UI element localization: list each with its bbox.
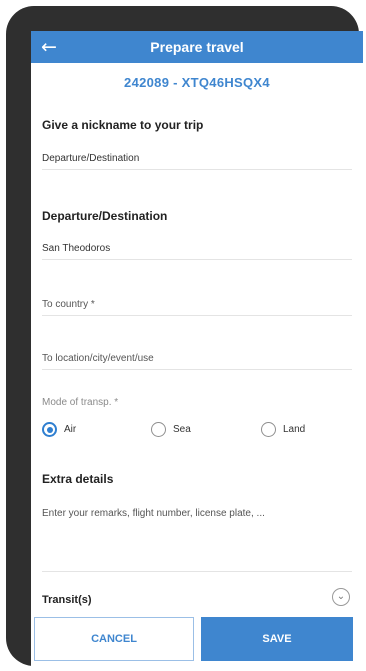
action-bar: CANCEL SAVE bbox=[31, 614, 363, 671]
radio-unchecked-icon bbox=[151, 422, 166, 437]
to-location-input[interactable]: To location/city/event/use bbox=[42, 353, 154, 364]
trip-code: 242089 - XTQ46HSQX4 bbox=[124, 75, 270, 90]
radio-air[interactable]: Air bbox=[42, 422, 76, 437]
to-country-underline bbox=[42, 315, 352, 316]
nickname-heading: Give a nickname to your trip bbox=[42, 118, 204, 132]
to-location-underline bbox=[42, 369, 352, 370]
radio-land-label: Land bbox=[283, 424, 306, 435]
radio-unchecked-icon bbox=[261, 422, 276, 437]
app-screen: ← Prepare travel 242089 - XTQ46HSQX4 Giv… bbox=[31, 31, 363, 671]
radio-checked-icon bbox=[42, 422, 57, 437]
transit-heading: Transit(s) bbox=[42, 594, 92, 606]
radio-sea[interactable]: Sea bbox=[151, 422, 191, 437]
nickname-input[interactable]: Departure/Destination bbox=[42, 153, 139, 164]
radio-land[interactable]: Land bbox=[261, 422, 305, 437]
chevron-down-icon[interactable]: ⌄ bbox=[332, 588, 350, 606]
save-button[interactable]: SAVE bbox=[201, 617, 353, 661]
phone-frame: ← Prepare travel 242089 - XTQ46HSQX4 Giv… bbox=[6, 6, 363, 671]
extra-details-underline bbox=[42, 571, 352, 572]
radio-air-label: Air bbox=[64, 424, 77, 435]
radio-sea-label: Sea bbox=[173, 424, 191, 435]
transport-mode-label: Mode of transp. * bbox=[42, 397, 119, 408]
page-title: Prepare travel bbox=[150, 39, 244, 55]
from-input[interactable]: San Theodoros bbox=[42, 243, 110, 254]
to-country-input[interactable]: To country * bbox=[42, 299, 95, 310]
nickname-underline bbox=[42, 169, 352, 170]
departure-heading: Departure/Destination bbox=[42, 209, 168, 223]
extra-details-input[interactable]: Enter your remarks, flight number, licen… bbox=[42, 508, 352, 519]
app-bar: ← Prepare travel bbox=[31, 31, 363, 63]
cancel-button[interactable]: CANCEL bbox=[34, 617, 194, 661]
from-underline bbox=[42, 259, 352, 260]
extra-details-heading: Extra details bbox=[42, 472, 114, 486]
